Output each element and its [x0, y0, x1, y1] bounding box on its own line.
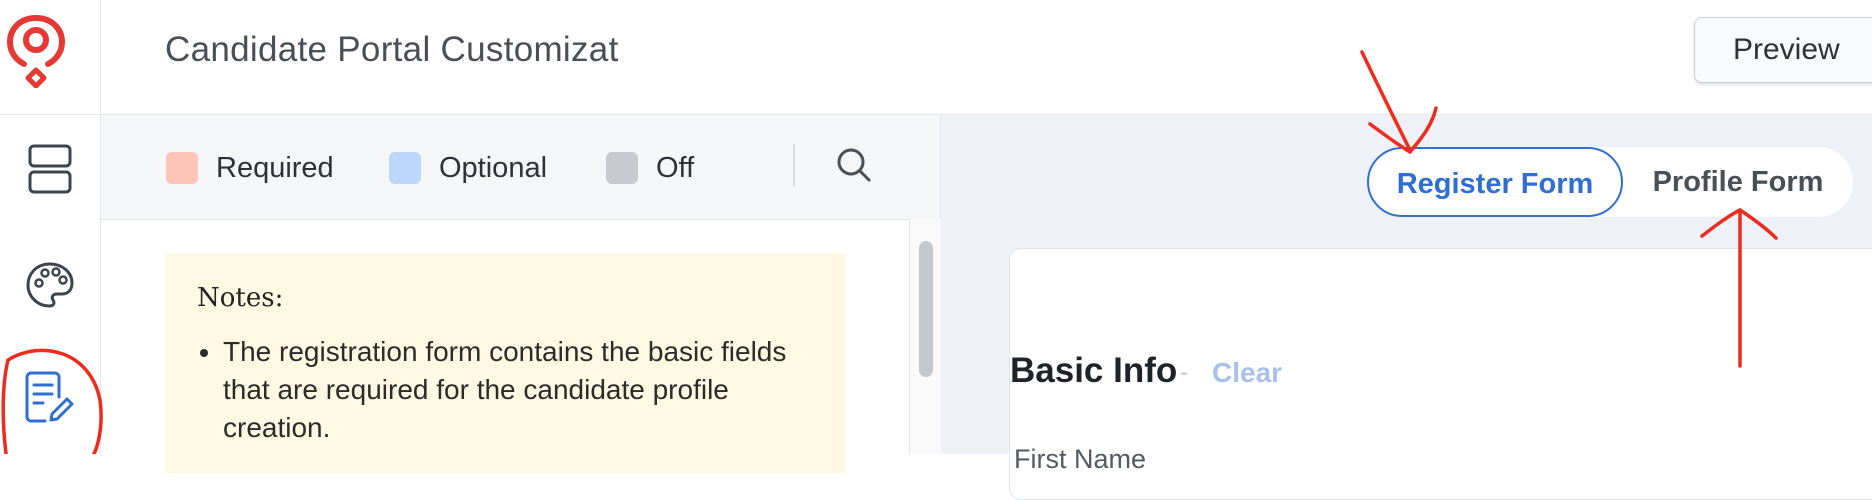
notes-box: Notes: The registration form contains th…	[165, 253, 846, 473]
legend-off: Off	[606, 152, 694, 184]
notes-list: The registration form contains the basic…	[215, 333, 805, 447]
legend-optional-label: Optional	[439, 151, 548, 184]
sidebar-item-layout[interactable]	[0, 124, 100, 214]
scroll-thumb[interactable]	[919, 241, 933, 377]
clear-link[interactable]: Clear	[1212, 357, 1282, 389]
panel-scrollbar[interactable]	[909, 219, 941, 454]
form-toggle: Register Form Profile Form	[1367, 147, 1853, 217]
field-settings-panel: Required Optional Off Notes: The registr…	[101, 115, 941, 473]
required-swatch	[166, 152, 198, 184]
legend-required-label: Required	[216, 151, 334, 184]
first-name-label: First Name	[1014, 444, 1147, 474]
legend-optional: Optional	[389, 152, 547, 184]
form-preview-panel: Register Form Profile Form Basic Info - …	[941, 115, 1872, 500]
sidebar-item-forms[interactable]	[0, 353, 100, 443]
preview-button[interactable]: Preview	[1694, 17, 1872, 83]
legend-off-label: Off	[656, 151, 695, 184]
legend-bar: Required Optional Off	[101, 115, 940, 220]
legend-divider	[793, 144, 795, 186]
page-title: Candidate Portal Customizat	[165, 30, 619, 69]
form-card: Basic Info - Clear First Name	[1009, 248, 1872, 500]
top-bar: Candidate Portal Customizat Preview	[0, 0, 1872, 115]
logo-cell	[0, 0, 101, 114]
optional-swatch	[389, 152, 421, 184]
sidebar	[0, 115, 101, 454]
notes-title: Notes:	[197, 283, 284, 313]
off-swatch	[606, 152, 638, 184]
form-edit-icon	[25, 371, 74, 423]
tab-profile-form[interactable]: Profile Form	[1623, 147, 1853, 217]
layout-icon	[28, 144, 72, 194]
legend-required: Required	[166, 152, 334, 184]
notes-item: The registration form contains the basic…	[223, 333, 805, 447]
sidebar-item-theme[interactable]	[0, 240, 100, 330]
section-separator: -	[1180, 359, 1188, 386]
brand-logo-icon[interactable]	[4, 12, 68, 88]
search-icon[interactable]	[836, 147, 872, 183]
tab-register-form[interactable]: Register Form	[1367, 147, 1623, 217]
section-title: Basic Info	[1010, 351, 1178, 390]
palette-icon	[26, 262, 74, 308]
